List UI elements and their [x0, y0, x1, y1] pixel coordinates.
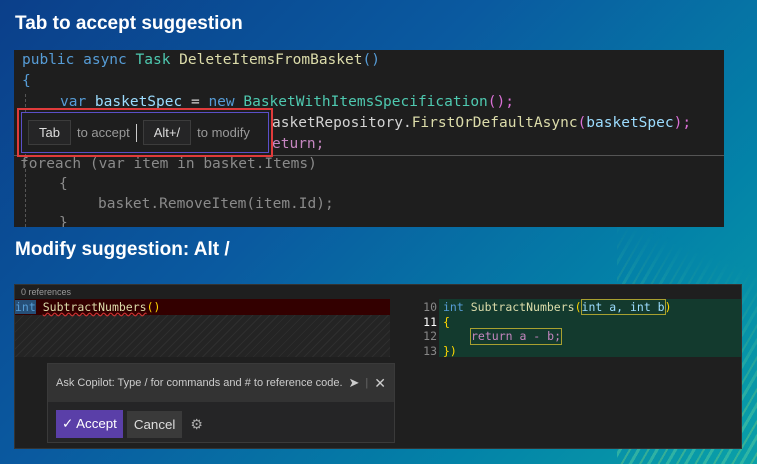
separator [135, 123, 137, 142]
close-icon[interactable]: ✕ [374, 375, 386, 392]
added-line: int SubtractNumbers(int a, int b) [443, 299, 672, 315]
code-line: basket.RemoveItem(item.Id); [98, 196, 334, 212]
code-line: } [59, 215, 68, 227]
code-line: { [59, 176, 68, 192]
code-line: eturn; [272, 136, 325, 152]
diff-right-pane: 10 11 12 13 int SubtractNumbers(int a, i… [397, 299, 741, 358]
copilot-inline-chat: Ask Copilot: Type / for commands and # t… [47, 363, 395, 443]
code-line: public async Task DeleteItemsFromBasket(… [22, 52, 380, 68]
line-number: 12 [423, 329, 437, 343]
code-editor-1: public async Task DeleteItemsFromBasket(… [14, 50, 724, 227]
accept-button[interactable]: ✓ Accept [56, 410, 123, 438]
line-number: 10 [423, 300, 437, 314]
send-icon[interactable]: ➤ [349, 375, 360, 391]
code-line: foreach (var item in basket.Items) [20, 156, 317, 172]
references-codelens[interactable]: 0 references [21, 287, 71, 297]
gear-icon[interactable]: ⚙ [190, 416, 203, 433]
modify-hint-text: to modify [197, 125, 250, 140]
added-line: return a - b; [469, 328, 563, 345]
cancel-button[interactable]: Cancel [126, 410, 183, 438]
copilot-prompt-input[interactable]: Ask Copilot: Type / for commands and # t… [56, 377, 349, 389]
code-editor-2: 0 references int SubtractNumbers() 10 11… [14, 284, 742, 449]
suggestion-hint-highlight: Tab to accept Alt+/ to modify [17, 108, 273, 157]
suggestion-hint: Tab to accept Alt+/ to modify [21, 112, 269, 153]
alt-slash-key-button[interactable]: Alt+/ [142, 120, 192, 145]
tab-key-button[interactable]: Tab [28, 120, 71, 145]
line-number: 11 [423, 314, 437, 329]
removed-line: int SubtractNumbers() [15, 299, 390, 315]
heading-tab-accept: Tab to accept suggestion [15, 13, 243, 34]
added-line: { [443, 314, 450, 329]
added-line: }) [443, 343, 457, 358]
code-line: asketRepository.FirstOrDefaultAsync(bask… [272, 115, 692, 131]
accept-hint-text: to accept [76, 125, 130, 140]
line-number: 13 [423, 343, 437, 358]
diff-left-pane: int SubtractNumbers() [15, 299, 390, 357]
heading-modify: Modify suggestion: Alt / [15, 239, 230, 260]
code-line: { [22, 73, 31, 89]
separator: | [365, 377, 369, 389]
